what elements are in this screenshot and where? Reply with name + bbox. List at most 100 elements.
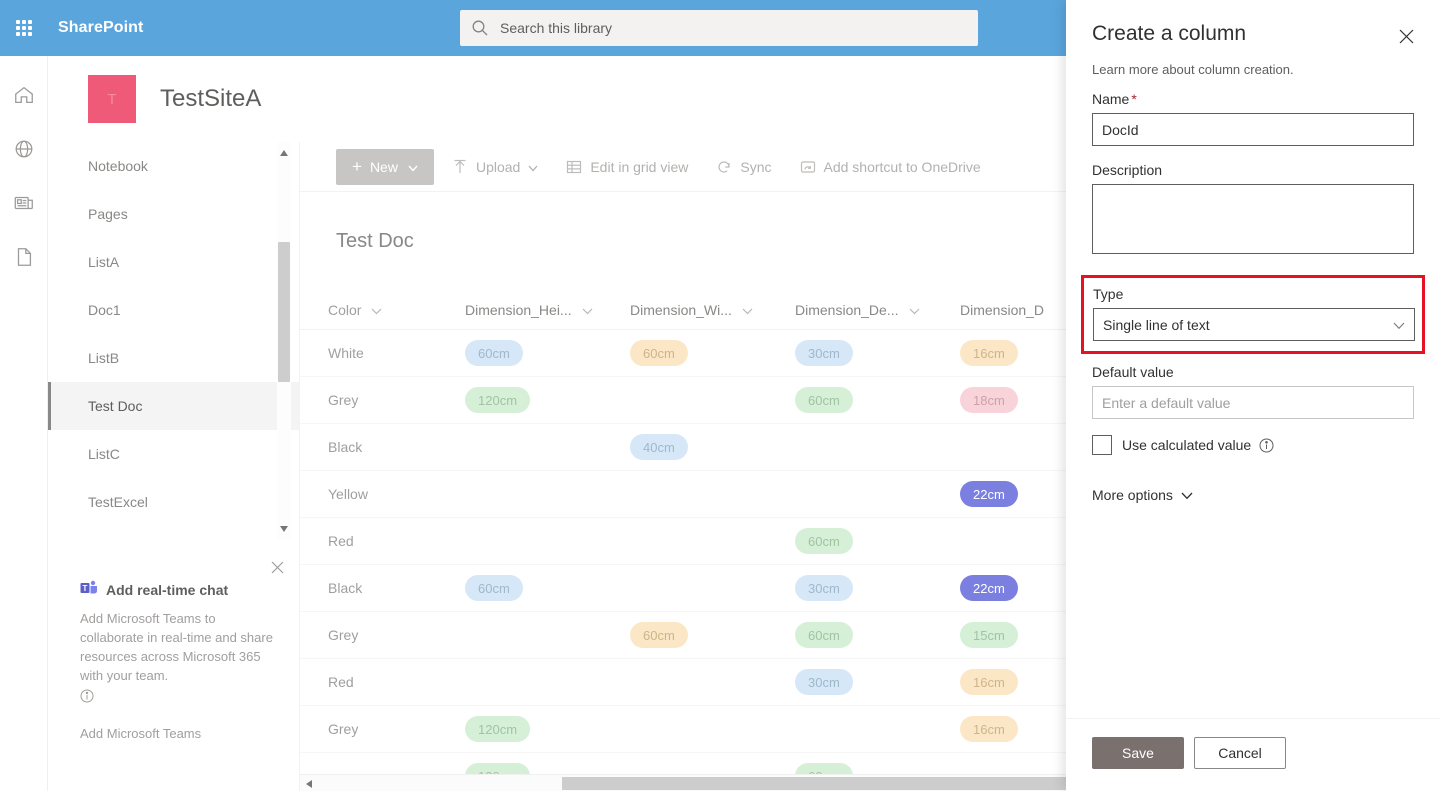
plus-icon: + — [352, 156, 362, 176]
sidebar-item-label: Notebook — [88, 158, 148, 174]
default-value-field-group: Default value — [1092, 364, 1414, 419]
chevron-down-icon — [1181, 487, 1193, 503]
app-launcher-icon[interactable] — [0, 0, 48, 56]
scroll-up-arrow[interactable] — [277, 146, 291, 160]
chevron-down-icon — [742, 302, 753, 318]
document-icon[interactable] — [0, 230, 48, 284]
sidebar-item-label: Pages — [88, 206, 128, 222]
teams-icon: T — [80, 580, 98, 599]
create-column-panel: Create a column Learn more about column … — [1066, 0, 1440, 791]
info-icon[interactable] — [80, 689, 276, 708]
close-icon[interactable] — [1392, 22, 1420, 50]
sidebar-item-lista[interactable]: ListA — [48, 238, 300, 286]
add-shortcut-to-onedrive-button[interactable]: Add shortcut to OneDrive — [790, 149, 991, 185]
sidebar-item-doc1[interactable]: Doc1 — [48, 286, 300, 334]
type-dropdown[interactable]: Single line of text — [1093, 308, 1415, 341]
cancel-button[interactable]: Cancel — [1194, 737, 1286, 769]
home-icon[interactable] — [0, 68, 48, 122]
sync-button[interactable]: Sync — [706, 149, 781, 185]
edit-in-grid-view-label: Edit in grid view — [590, 158, 689, 175]
nav-scrollbar-thumb[interactable] — [278, 242, 290, 382]
type-selected-value: Single line of text — [1103, 316, 1210, 333]
value-pill: 60cm — [795, 622, 853, 648]
cell-c1: 60cm — [465, 575, 630, 601]
add-microsoft-teams-link[interactable]: Add Microsoft Teams — [80, 726, 276, 741]
value-pill: 60cm — [465, 575, 523, 601]
cell-c1: 120cm — [465, 716, 630, 742]
chevron-down-icon — [408, 159, 418, 175]
upload-icon — [452, 159, 468, 175]
cell-c2: 60cm — [630, 340, 795, 366]
promo-title-text: Add real-time chat — [106, 581, 229, 598]
icon-rail — [0, 56, 48, 791]
column-header-dimensionhei[interactable]: Dimension_Hei... — [465, 302, 630, 318]
site-logo[interactable]: T — [88, 75, 136, 123]
value-pill: 60cm — [465, 340, 523, 366]
scroll-down-arrow[interactable] — [277, 522, 291, 536]
cell-c1: 60cm — [465, 340, 630, 366]
search-input[interactable] — [498, 10, 968, 46]
cell-color: White — [328, 345, 364, 361]
cell-c3: 60cm — [795, 528, 960, 554]
column-header-label: Color — [328, 301, 362, 318]
panel-title: Create a column — [1092, 22, 1247, 45]
cell-c3: 60cm — [795, 387, 960, 413]
cell-color: Grey — [328, 721, 359, 737]
column-header-color[interactable]: Color — [300, 302, 465, 318]
cell-c3: 30cm — [795, 669, 960, 695]
teams-promo-card: T Add real-time chat Add Microsoft Teams… — [48, 546, 300, 761]
edit-in-grid-view-button[interactable]: Edit in grid view — [556, 149, 698, 185]
info-icon[interactable] — [1259, 438, 1274, 453]
use-calculated-value-checkbox[interactable] — [1092, 435, 1112, 455]
cell-color: Black — [328, 439, 363, 455]
chevron-down-icon — [371, 302, 382, 318]
sidebar-item-notebook[interactable]: Notebook — [48, 142, 300, 190]
column-header-label: Dimension_D — [960, 301, 1045, 318]
description-input[interactable] — [1092, 184, 1414, 254]
name-field-group: Name * — [1092, 91, 1414, 146]
panel-header: Create a column Learn more about column … — [1066, 0, 1440, 77]
search-box[interactable] — [460, 10, 978, 46]
default-value-input[interactable] — [1092, 386, 1414, 419]
value-pill: 120cm — [465, 716, 531, 742]
sidebar-item-listb[interactable]: ListB — [48, 334, 300, 382]
save-button[interactable]: Save — [1092, 737, 1184, 769]
close-icon[interactable] — [266, 556, 288, 578]
column-header-label: Dimension_Wi... — [630, 301, 732, 318]
more-options-toggle[interactable]: More options — [1092, 487, 1193, 503]
upload-button[interactable]: Upload — [442, 149, 548, 185]
name-input[interactable] — [1092, 113, 1414, 146]
nav-scrollbar[interactable] — [277, 142, 291, 540]
left-navigation: Notebook Pages ListA Doc1 ListB Test Doc ListC… — [48, 142, 300, 791]
column-header-dimensionde[interactable]: Dimension_De... — [795, 302, 960, 318]
site-title[interactable]: TestSiteA — [160, 85, 261, 113]
sidebar-item-label: ListA — [88, 254, 120, 270]
column-header-dimensionwi[interactable]: Dimension_Wi... — [630, 302, 795, 318]
use-calculated-value-label: Use calculated value — [1122, 437, 1252, 453]
sidebar-item-testexcel[interactable]: TestExcel — [48, 478, 300, 526]
sharepoint-brand[interactable]: SharePoint — [48, 19, 143, 37]
sync-icon — [716, 159, 732, 175]
panel-subtitle: Learn more about column creation. — [1092, 62, 1294, 77]
new-button-label: New — [369, 158, 398, 175]
globe-icon[interactable] — [0, 122, 48, 176]
value-pill: 60cm — [795, 387, 853, 413]
name-label-text: Name — [1092, 91, 1130, 107]
sidebar-item-pages[interactable]: Pages — [48, 190, 300, 238]
search-icon — [472, 20, 488, 36]
cell-c2: 40cm — [630, 434, 795, 460]
sidebar-item-listc[interactable]: ListC — [48, 430, 300, 478]
promo-title-row: T Add real-time chat — [80, 580, 276, 599]
sidebar-item-label: TestExcel — [88, 494, 148, 510]
news-icon[interactable] — [0, 176, 48, 230]
chevron-down-icon — [528, 159, 538, 175]
new-button[interactable]: + New — [336, 148, 434, 185]
value-pill: 22cm — [960, 481, 1018, 507]
cell-color: Black — [328, 580, 363, 596]
upload-label: Upload — [475, 158, 521, 175]
name-label: Name * — [1092, 91, 1414, 107]
chevron-down-icon — [909, 302, 920, 318]
scroll-left-arrow[interactable] — [302, 775, 316, 791]
sidebar-item-test-doc[interactable]: Test Doc — [48, 382, 300, 430]
svg-text:T: T — [83, 584, 88, 593]
